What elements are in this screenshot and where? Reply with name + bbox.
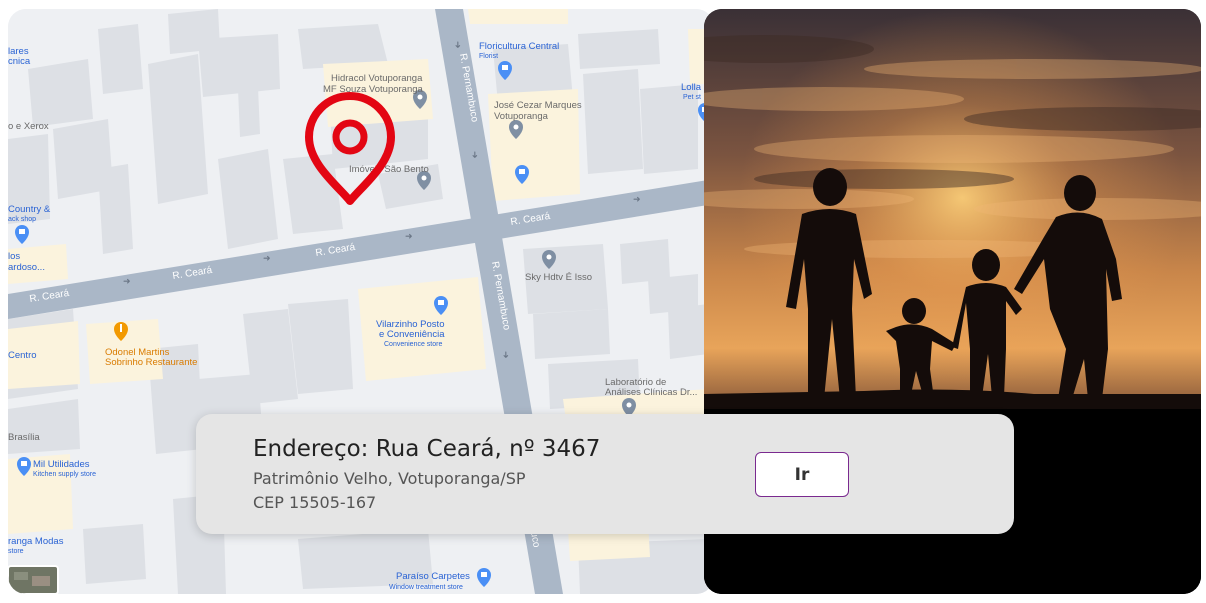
place-label-hidracol-2: MF Souza Votuporanga <box>323 84 424 95</box>
place-label-imoveis: Imóveis São Bento <box>349 164 429 175</box>
place-label-hidracol-1: Hidracol Votuporanga <box>331 73 423 84</box>
place-label-country: Country & <box>8 204 51 215</box>
address-postal-code: CEP 15505-167 <box>253 493 377 512</box>
svg-text:➜: ➜ <box>470 151 480 159</box>
place-label-lolla: Lolla <box>681 82 702 93</box>
place-label-centro: Centro <box>8 350 37 361</box>
svg-text:➜: ➜ <box>263 253 271 263</box>
place-label-cnica: cnica <box>8 56 31 67</box>
place-label-los: los <box>8 251 20 262</box>
go-button[interactable]: Ir <box>755 452 849 497</box>
place-sub-snack: ack shop <box>8 216 36 223</box>
address-neighborhood-city: Patrimônio Velho, Votuporanga/SP <box>253 469 526 488</box>
place-label-odonel-2: Sobrinho Restaurante <box>105 357 197 368</box>
satellite-toggle-thumbnail[interactable] <box>8 565 59 594</box>
place-label-jose-2: Votuporanga <box>494 111 549 122</box>
place-label-sky: Sky Hdtv É Isso <box>525 272 592 283</box>
svg-text:➜: ➜ <box>501 351 511 359</box>
svg-text:➜: ➜ <box>633 194 641 204</box>
place-sub-floricultura: Florist <box>479 53 498 60</box>
place-label-xerox: o e Xerox <box>8 121 49 132</box>
svg-text:➜: ➜ <box>405 231 413 241</box>
svg-text:➜: ➜ <box>123 276 131 286</box>
place-label-lab-2: Análises Clínicas Dr... <box>605 387 697 398</box>
place-label-floricultura: Floricultura Central <box>479 41 559 52</box>
place-sub-paraiso: Window treatment store <box>389 584 463 591</box>
svg-text:➜: ➜ <box>453 41 463 49</box>
place-sub-store: store <box>8 548 24 555</box>
place-label-brasilia: Brasília <box>8 432 40 443</box>
place-sub-mil: Kitchen supply store <box>33 471 96 478</box>
place-label-paraiso: Paraíso Carpetes <box>396 571 470 582</box>
place-label-modas: ranga Modas <box>8 536 64 547</box>
place-label-jose-1: José Cezar Marques <box>494 100 582 111</box>
place-label-mil: Mil Utilidades <box>33 459 90 470</box>
address-title: Endereço: Rua Ceará, nº 3467 <box>253 436 601 462</box>
place-sub-vilarzinho: Convenience store <box>384 341 442 348</box>
place-label-cardoso: ardoso... <box>8 262 45 273</box>
address-card: Endereço: Rua Ceará, nº 3467 Patrimônio … <box>196 414 1014 534</box>
place-sub-lolla: Pet st <box>683 94 701 101</box>
place-label-vilarzinho-2: e Conveniência <box>379 329 445 340</box>
